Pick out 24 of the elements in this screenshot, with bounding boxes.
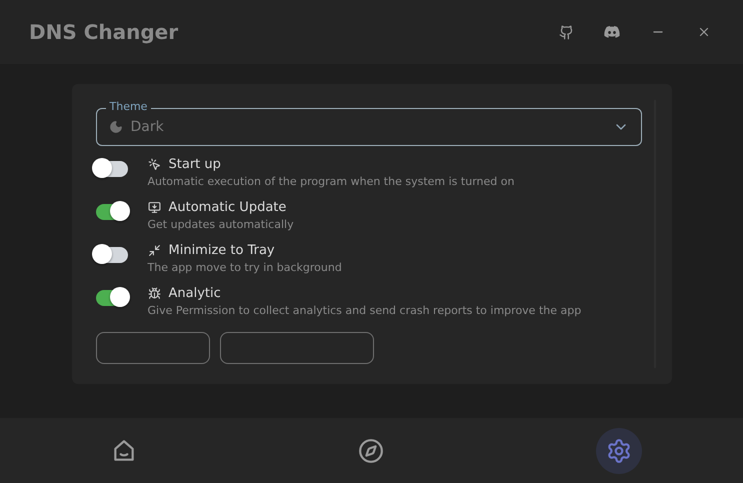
setting-icon: [148, 158, 160, 171]
close-icon: [697, 25, 711, 39]
setting-description: Give Permission to collect analytics and send crash reports to improve the app: [148, 304, 582, 317]
window-title: DNS Changer: [29, 20, 180, 44]
setting-title: Start up: [168, 157, 221, 172]
setting-title: Minimize to Tray: [168, 243, 275, 258]
github-icon: [558, 24, 574, 40]
outline-button[interactable]: [220, 332, 374, 364]
discord-icon: [604, 26, 620, 38]
setting-icon: [148, 244, 160, 257]
settings-icon: [606, 438, 632, 464]
setting-title: Automatic Update: [168, 200, 286, 215]
toggle-switch[interactable]: [96, 290, 128, 306]
setting-icon: [148, 287, 160, 300]
toggle-switch[interactable]: [96, 204, 128, 220]
setting-description: Automatic execution of the program when the system is turned on: [148, 175, 514, 188]
setting-description: Get updates automatically: [148, 218, 294, 231]
setting-icon: [148, 201, 160, 214]
theme-value: Dark: [130, 119, 165, 135]
setting-description: The app move to try in background: [148, 261, 342, 274]
moon-icon: [108, 120, 122, 134]
compass-icon: [358, 438, 384, 464]
setting-title: Analytic: [168, 286, 221, 301]
outline-button[interactable]: [96, 332, 210, 364]
